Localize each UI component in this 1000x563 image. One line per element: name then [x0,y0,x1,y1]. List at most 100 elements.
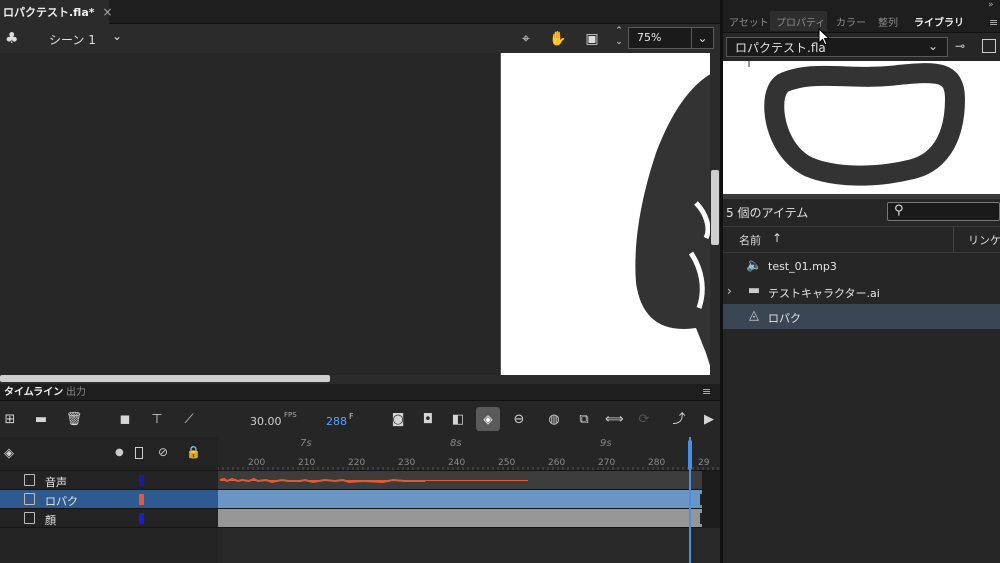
insert-blank-keyframe-icon[interactable]: ◘ [419,411,437,429]
collapse-panel-icon[interactable]: » [988,0,994,10]
frame-number: 240 [448,458,466,468]
stage-canvas[interactable] [500,53,720,375]
timeline-ruler[interactable]: 7s 8s 9s 200 210 220 230 240 250 260 270… [218,437,720,471]
layer-name[interactable]: 音声 [45,474,67,490]
folder-icon: ▬ [747,283,761,298]
library-item-label: ロパク [768,312,801,325]
crosshair-icon[interactable]: ⌖ [516,29,536,49]
frame-label: F [349,412,354,421]
tab-color[interactable]: カラー [836,14,866,29]
stage-vertical-scroll-thumb[interactable] [711,170,719,245]
library-search-input[interactable] [887,202,1000,221]
scene-label[interactable]: シーン 1 [49,31,96,48]
graph-icon[interactable]: ⟋ [180,411,198,429]
document-tab[interactable]: ロパクテスト.fla* × [0,0,113,24]
frame-row-face[interactable] [218,509,702,528]
timeline-tab-bar: タイムライン 出力 [0,384,720,401]
hand-rotate-icon[interactable]: ✋ [548,29,568,49]
library-document-select[interactable]: ロパクテスト.fla [726,37,948,57]
loop-icon[interactable]: ⤴ [670,411,688,429]
new-folder-icon[interactable]: ▬ [32,411,50,429]
tab-properties[interactable]: プロパティ [776,14,825,29]
fps-value[interactable]: 30.00 [250,415,282,428]
trash-icon[interactable]: 🗑 [65,411,83,429]
play-icon[interactable]: ▶ [700,411,718,429]
chevron-down-icon[interactable]: ⌄ [112,29,122,43]
tab-output[interactable]: 出力 [62,384,90,401]
layer-row-face[interactable]: 顔 [0,509,218,528]
current-frame-value[interactable]: 288 [326,415,347,428]
library-item[interactable]: › ▬ テストキャラクター.ai [723,279,1000,304]
tween-icon[interactable]: ⟺ [605,411,624,429]
auto-keyframe-icon[interactable]: ◈ [476,407,500,431]
insert-keyframe-icon[interactable]: ◙ [389,411,407,429]
close-icon[interactable]: × [103,5,113,19]
zoom-dropdown-icon[interactable]: ⌄ [692,27,714,49]
edit-multiple-frames-icon[interactable]: ⧉ [575,411,593,429]
layers-icon[interactable]: ◈ [4,446,14,461]
insert-frame-icon[interactable]: ◧ [449,411,467,429]
frame-span-end [700,513,702,524]
tab-timeline[interactable]: タイムライン [0,384,67,401]
layer-icon [24,512,35,524]
library-item-label: test_01.mp3 [768,260,837,273]
document-tab-title: ロパクテスト.fla* [3,6,95,19]
edit-bar: ♣ シーン 1 ⌄ ⌖ ✋ ▣ ⌃ ⌄ [0,24,720,53]
column-name[interactable]: 名前 [739,232,761,248]
stage-pasteboard[interactable] [0,53,720,375]
layer-name[interactable]: 顔 [45,512,56,528]
camera-icon[interactable]: ◼ [116,411,134,429]
preview-splitter[interactable] [723,194,1000,199]
sound-icon: 🔈 [746,258,763,273]
graphic-symbol-icon: ◬ [749,308,759,323]
layer-parenting-icon[interactable]: ⊤ [148,411,166,429]
tab-library[interactable]: ライブラリ [914,14,964,29]
scene-icon[interactable]: ♣ [5,29,23,47]
column-divider[interactable] [953,226,954,253]
stage-horizontal-scroll-thumb[interactable] [0,375,330,382]
panel-menu-icon[interactable]: ≡ [702,385,711,398]
panel-menu-icon[interactable]: ≡ [989,16,998,29]
tab-assets[interactable]: アセット [729,14,769,29]
layer-color-swatch[interactable] [139,475,144,486]
search-icon: ⚲ [894,203,904,218]
pin-icon[interactable]: ⊸ [955,39,965,53]
layer-row-audio[interactable]: 音声 [0,471,218,490]
layer-row-lipsync[interactable]: ロパク [0,490,218,509]
frame-row-audio[interactable] [218,471,702,490]
layer-color-swatch[interactable] [139,513,144,524]
library-item-label: テストキャラクター.ai [768,287,880,300]
library-item[interactable]: 🔈 test_01.mp3 [723,254,1000,279]
chevron-right-icon[interactable]: › [727,284,732,298]
tab-align[interactable]: 整列 [878,14,898,29]
frame-number: 270 [598,458,616,468]
frame-span-end [700,494,702,505]
library-column-header [723,226,1000,253]
sort-ascending-icon[interactable]: ↑ [772,231,782,245]
playhead-handle[interactable] [688,440,692,470]
outline-icon[interactable] [135,447,143,459]
column-linkage[interactable]: リンケージ [968,232,1000,248]
frames-empty [218,528,720,563]
layer-color-swatch[interactable] [139,494,144,505]
frame-row-lipsync[interactable] [218,490,702,509]
zoom-stepper[interactable]: ⌃ ⌄ [612,26,626,50]
frame-number: 220 [348,458,366,468]
onion-skin-icon[interactable]: ◍ [545,411,563,429]
sync-icon[interactable]: ⟳ [635,411,653,429]
frame-number: 200 [248,458,266,468]
new-library-panel-icon[interactable] [982,39,996,53]
timeline-toolbar: ⊞ ▬ 🗑 ◼ ⊤ ⟋ 30.00 FPS 288 F ◙ ◘ ◧ ◈ ⊖ ◍ … [0,401,720,437]
library-item[interactable]: ◬ ロパク [723,304,1000,329]
frame-number: 29 [698,458,710,468]
lock-icon[interactable]: 🔒 [186,445,201,459]
layer-name[interactable]: ロパク [45,493,78,509]
zoom-input[interactable]: 75% [628,27,692,49]
hide-layers-icon[interactable]: ⊘ [158,445,168,459]
layer-header: ◈ ● ⊘ 🔒 [0,437,218,471]
remove-frame-icon[interactable]: ⊖ [510,411,528,429]
new-layer-icon[interactable]: ⊞ [1,411,19,429]
chevron-down-icon[interactable]: ⌄ [928,39,938,53]
highlight-layers-icon[interactable]: ● [115,447,124,458]
clip-stage-icon[interactable]: ▣ [582,29,602,49]
